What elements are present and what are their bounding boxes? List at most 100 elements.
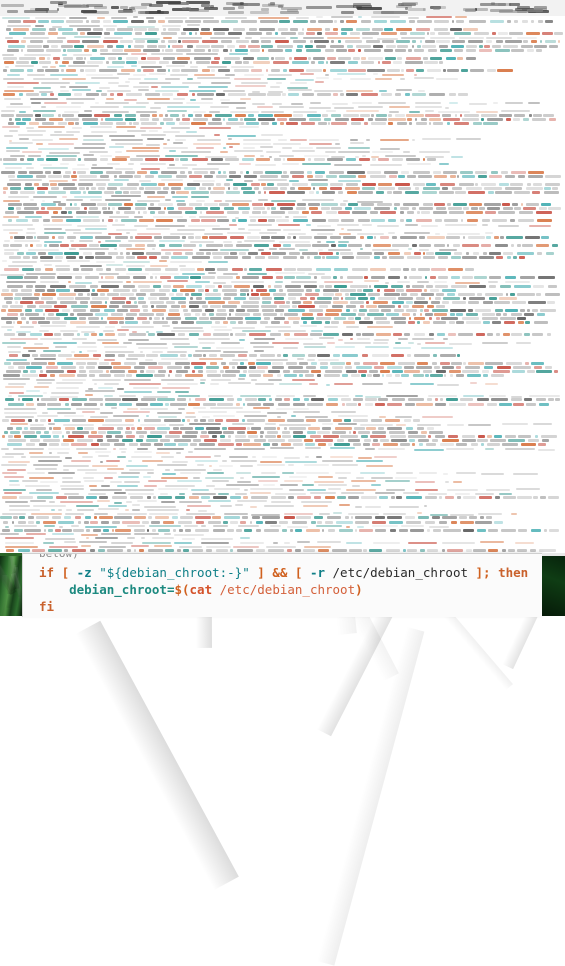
minimap-text-run	[120, 325, 154, 328]
minimap-text-run	[240, 292, 246, 296]
code-line-2[interactable]: debian_chroot=$(cat /etc/debian_chroot)	[39, 581, 363, 598]
code-line-1[interactable]: if [ -z "${debian_chroot:-}" ] && [ -r /…	[39, 564, 528, 581]
minimap-text-run	[149, 106, 161, 109]
minimap-text-run	[366, 313, 385, 316]
minimap-text-run	[261, 308, 275, 312]
minimap-text-run	[7, 196, 30, 199]
minimap-text-run	[1, 260, 8, 263]
minimap-text-run	[395, 28, 412, 32]
minimap-text-run	[458, 516, 468, 520]
minimap-text-run	[261, 300, 271, 304]
minimap-text-run	[89, 150, 109, 153]
minimap-text-run	[256, 106, 274, 109]
minimap-text-run	[416, 219, 432, 223]
minimap-text-run	[249, 505, 257, 508]
minimap-text-run	[347, 147, 370, 149]
minimap-text-run	[347, 170, 365, 174]
minimap-text-run	[335, 346, 355, 349]
minimap-text-run	[182, 243, 196, 247]
minimap-text-run	[120, 40, 134, 44]
minimap-text-run	[105, 98, 114, 101]
toolbar-mark	[238, 6, 245, 10]
minimap-text-run	[416, 361, 429, 365]
minimap-text-run	[98, 508, 120, 511]
minimap-text-run	[235, 313, 251, 316]
minimap-text-run	[406, 56, 422, 60]
minimap-text-run	[416, 211, 420, 215]
minimap-text-run	[33, 235, 36, 239]
minimap-text-run	[532, 308, 538, 312]
minimap-text-run	[137, 68, 142, 72]
minimap-text-run	[281, 147, 293, 150]
minimap-text-run	[61, 32, 79, 36]
minimap-text-run	[89, 284, 99, 288]
code-snippet-panel[interactable]: below) if [ -z "${debian_chroot:-}" ] &&…	[22, 553, 543, 617]
minimap-text-run	[192, 439, 201, 443]
minimap-text-run	[3, 228, 24, 231]
minimap-text-run	[74, 93, 83, 97]
code-minimap-view[interactable]	[0, 16, 565, 553]
minimap-text-run	[268, 548, 284, 552]
minimap-text-run	[170, 296, 186, 300]
minimap-text-run	[40, 398, 58, 402]
minimap-text-run	[442, 548, 445, 552]
minimap-text-run	[297, 496, 311, 499]
minimap-text-run	[53, 56, 60, 60]
minimap-text-run	[104, 353, 115, 357]
minimap-text-run	[486, 516, 493, 520]
minimap-text-run	[350, 142, 364, 145]
minimap-text-run	[80, 235, 93, 239]
minimap-text-run	[340, 398, 351, 402]
minimap-text-run	[54, 60, 59, 64]
minimap-text-run	[144, 78, 159, 81]
minimap-text-run	[382, 40, 395, 44]
minimap-text-run	[114, 374, 125, 377]
minimap-text-run	[47, 548, 63, 552]
minimap-text-run	[187, 418, 190, 422]
minimap-text-run	[38, 90, 53, 93]
code-line-3[interactable]: fi	[39, 598, 54, 615]
minimap-text-run	[392, 243, 410, 247]
minimap-text-run	[156, 411, 182, 414]
minimap-text-run	[24, 207, 40, 211]
minimap-text-run	[243, 443, 261, 447]
minimap-text-run	[90, 126, 112, 129]
minimap-text-run	[117, 387, 125, 390]
minimap-text-run	[226, 44, 235, 48]
minimap-text-run	[214, 56, 221, 60]
minimap-text-run	[113, 248, 118, 250]
minimap-text-run	[450, 513, 474, 516]
minimap-text-run	[242, 56, 255, 60]
minimap-text-run	[313, 158, 326, 162]
minimap-text-run	[388, 431, 405, 434]
minimap-text-run	[478, 512, 503, 515]
minimap-text-run	[191, 121, 206, 125]
code-token: cat	[189, 582, 213, 597]
minimap-text-run	[313, 56, 326, 60]
minimap-text-run	[226, 317, 244, 320]
minimap-text-run	[436, 369, 446, 373]
minimap-text-run	[54, 333, 62, 337]
text-editor-window[interactable]	[0, 0, 565, 553]
minimap-text-run	[370, 174, 386, 178]
minimap-text-run	[443, 117, 461, 121]
minimap-text-run	[105, 333, 115, 337]
minimap-text-run	[324, 326, 339, 328]
minimap-text-run	[97, 241, 102, 243]
minimap-text-run	[45, 268, 54, 272]
minimap-text-run	[64, 548, 68, 552]
minimap-text-run	[202, 313, 206, 316]
minimap-text-run	[45, 68, 60, 72]
minimap-text-run	[95, 102, 99, 105]
minimap-text-run	[377, 37, 398, 40]
minimap-text-run	[347, 439, 361, 443]
minimap-text-run	[239, 542, 265, 545]
minimap-text-run	[146, 97, 170, 100]
minimap-text-run	[320, 365, 329, 369]
editor-toolbar[interactable]	[0, 0, 565, 17]
minimap-text-run	[331, 548, 347, 552]
minimap-text-run	[135, 431, 148, 434]
minimap-text-run	[257, 17, 290, 20]
minimap-text-run	[246, 321, 258, 325]
toolbar-mark	[306, 5, 333, 9]
